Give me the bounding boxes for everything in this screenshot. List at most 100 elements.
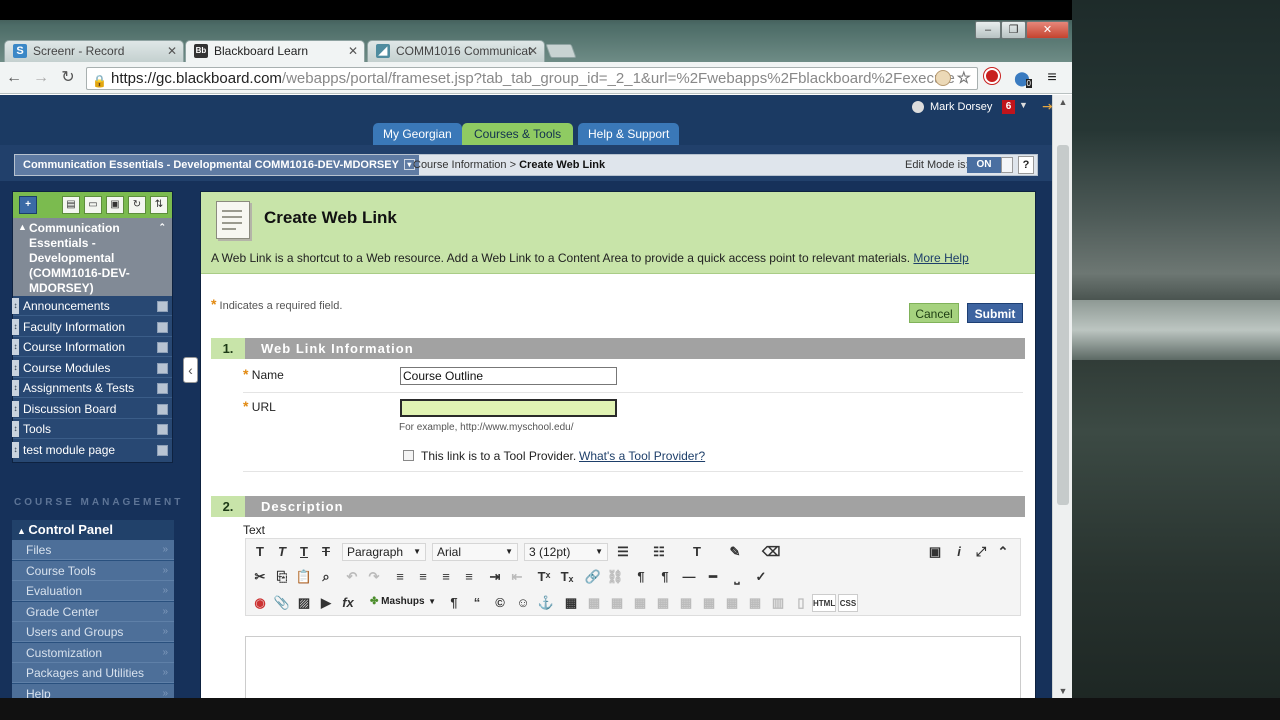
- reload-icon[interactable]: ↻: [58, 68, 78, 88]
- drag-handle-icon[interactable]: ↕: [12, 401, 19, 417]
- add-menu-item-button[interactable]: +: [19, 196, 37, 214]
- forward-icon[interactable]: →: [31, 68, 51, 88]
- description-text-area[interactable]: [245, 636, 1021, 698]
- drag-handle-icon[interactable]: ↕: [12, 339, 19, 355]
- drag-handle-icon[interactable]: ↕: [12, 421, 19, 437]
- list-view-icon[interactable]: ▤: [62, 196, 80, 214]
- emoticon-icon[interactable]: ☺: [514, 594, 532, 612]
- highlight-icon[interactable]: ✎: [726, 543, 744, 561]
- superscript-icon[interactable]: Tˣ: [535, 568, 553, 586]
- merge-cells-icon[interactable]: ▯: [792, 594, 810, 612]
- course-menu-item-course-information[interactable]: ↕ Course Information: [12, 337, 172, 357]
- bookmark-star-icon[interactable]: ☆: [957, 68, 971, 89]
- control-panel-item-help[interactable]: Help»: [12, 684, 174, 698]
- strikethrough-icon[interactable]: T: [317, 543, 335, 561]
- table-cell-props-icon[interactable]: ▦: [608, 594, 626, 612]
- insert-row-after-icon[interactable]: ▦: [654, 594, 672, 612]
- align-right-icon[interactable]: ≡: [437, 568, 455, 586]
- options-icon[interactable]: [157, 301, 168, 312]
- anchor-icon[interactable]: ⚓: [537, 594, 555, 612]
- address-bar[interactable]: 🔒 https://gc.blackboard.com/webapps/port…: [86, 67, 978, 90]
- align-left-icon[interactable]: ≡: [391, 568, 409, 586]
- css-button[interactable]: CSS: [838, 594, 858, 612]
- bold-icon[interactable]: T: [251, 543, 269, 561]
- control-panel-item-files[interactable]: Files»: [12, 540, 174, 560]
- close-tab-icon[interactable]: ✕: [167, 41, 177, 61]
- copyright-icon[interactable]: ©: [491, 594, 509, 612]
- numbered-list-icon[interactable]: ☷: [650, 543, 668, 561]
- options-icon[interactable]: [157, 342, 168, 353]
- page-scrollbar[interactable]: ▲ ▼: [1052, 95, 1072, 698]
- tab-blackboard[interactable]: Bb Blackboard Learn ✕: [185, 40, 365, 62]
- control-panel-item-users-groups[interactable]: Users and Groups»: [12, 622, 174, 642]
- rtl-icon[interactable]: ¶: [656, 568, 674, 586]
- adblock-icon[interactable]: [982, 68, 1002, 88]
- control-panel-item-course-tools[interactable]: Course Tools»: [12, 561, 174, 581]
- collapse-toolbar-icon[interactable]: ⌃: [994, 543, 1012, 561]
- new-tab-button[interactable]: [545, 44, 577, 58]
- scroll-down-icon[interactable]: ▼: [1053, 686, 1072, 696]
- blockquote-icon[interactable]: “: [468, 594, 486, 612]
- spellcheck-icon[interactable]: ✓: [752, 568, 770, 586]
- close-tab-icon[interactable]: ✕: [528, 41, 538, 61]
- scrollbar-thumb[interactable]: [1057, 145, 1069, 505]
- find-icon[interactable]: ⌕: [317, 568, 335, 586]
- name-input[interactable]: [400, 367, 617, 385]
- delete-row-icon[interactable]: ▦: [677, 594, 695, 612]
- info-icon[interactable]: i: [950, 543, 968, 561]
- font-size-select[interactable]: 3 (12pt) ▼: [524, 543, 608, 561]
- insert-column-before-icon[interactable]: ▦: [700, 594, 718, 612]
- collapse-menu-button[interactable]: ‹: [183, 357, 198, 383]
- edit-mode-off[interactable]: [1001, 157, 1013, 173]
- nonbreaking-space-icon[interactable]: ⎵: [728, 568, 746, 586]
- attach-file-icon[interactable]: 📎: [273, 594, 291, 612]
- drag-handle-icon[interactable]: ↕: [12, 442, 19, 458]
- tool-provider-help-link[interactable]: What's a Tool Provider?: [579, 449, 705, 463]
- equation-icon[interactable]: fx: [339, 594, 357, 612]
- undo-icon[interactable]: ↶: [343, 568, 361, 586]
- tab-courses-tools[interactable]: Courses & Tools: [462, 123, 574, 145]
- insert-row-before-icon[interactable]: ▦: [631, 594, 649, 612]
- split-cells-icon[interactable]: ▥: [769, 594, 787, 612]
- subscript-icon[interactable]: Tₓ: [558, 568, 576, 586]
- control-panel-item-grade-center[interactable]: Grade Center»: [12, 602, 174, 622]
- options-icon[interactable]: [157, 363, 168, 374]
- paragraph-icon[interactable]: ¶: [445, 594, 463, 612]
- paragraph-format-select[interactable]: Paragraph ▼: [342, 543, 426, 561]
- close-window-button[interactable]: ✕: [1026, 21, 1069, 39]
- link-icon[interactable]: 🔗: [584, 568, 602, 586]
- control-panel-header[interactable]: ▲ Control Panel: [12, 520, 174, 540]
- drag-handle-icon[interactable]: ↕: [12, 319, 19, 335]
- cut-icon[interactable]: ✂: [251, 568, 269, 586]
- justify-icon[interactable]: ≡: [460, 568, 478, 586]
- course-menu-item-test-module-page[interactable]: ↕ test module page: [12, 440, 172, 460]
- tab-screenr[interactable]: S Screenr - Record ✕: [4, 40, 184, 62]
- extension-icon[interactable]: ⬤ 0: [1012, 68, 1032, 88]
- options-icon[interactable]: [157, 424, 168, 435]
- user-menu[interactable]: Mark Dorsey: [912, 101, 992, 114]
- horizontal-rule-icon[interactable]: —: [680, 568, 698, 586]
- font-family-select[interactable]: Arial ▼: [432, 543, 518, 561]
- course-menu-item-assignments-tests[interactable]: ↕ Assignments & Tests: [12, 378, 172, 398]
- course-menu-item-tools[interactable]: ↕ Tools: [12, 419, 172, 439]
- bullet-list-icon[interactable]: ☰: [614, 543, 632, 561]
- table-row-props-icon[interactable]: ▦: [585, 594, 603, 612]
- refresh-icon[interactable]: ↻: [128, 196, 146, 214]
- maximize-button[interactable]: ❐: [1001, 21, 1026, 39]
- drag-handle-icon[interactable]: ↕: [12, 298, 19, 314]
- edit-mode-toggle[interactable]: ON: [967, 157, 1001, 173]
- preview-icon[interactable]: ▣: [926, 543, 944, 561]
- course-menu-item-discussion-board[interactable]: ↕ Discussion Board: [12, 399, 172, 419]
- reorder-icon[interactable]: ⇅: [150, 196, 168, 214]
- drag-handle-icon[interactable]: ↕: [12, 380, 19, 396]
- mashups-select[interactable]: ✤ Mashups ▼: [366, 594, 440, 612]
- thick-rule-icon[interactable]: ━: [704, 568, 722, 586]
- insert-column-after-icon[interactable]: ▦: [723, 594, 741, 612]
- tab-my-georgian[interactable]: My Georgian: [373, 123, 462, 145]
- tab-help-support[interactable]: Help & Support: [578, 123, 680, 145]
- redo-icon[interactable]: ↷: [365, 568, 383, 586]
- record-icon[interactable]: ◉: [251, 594, 269, 612]
- back-icon[interactable]: ←: [4, 68, 24, 88]
- insert-image-icon[interactable]: ▨: [295, 594, 313, 612]
- text-color-icon[interactable]: T: [688, 543, 706, 561]
